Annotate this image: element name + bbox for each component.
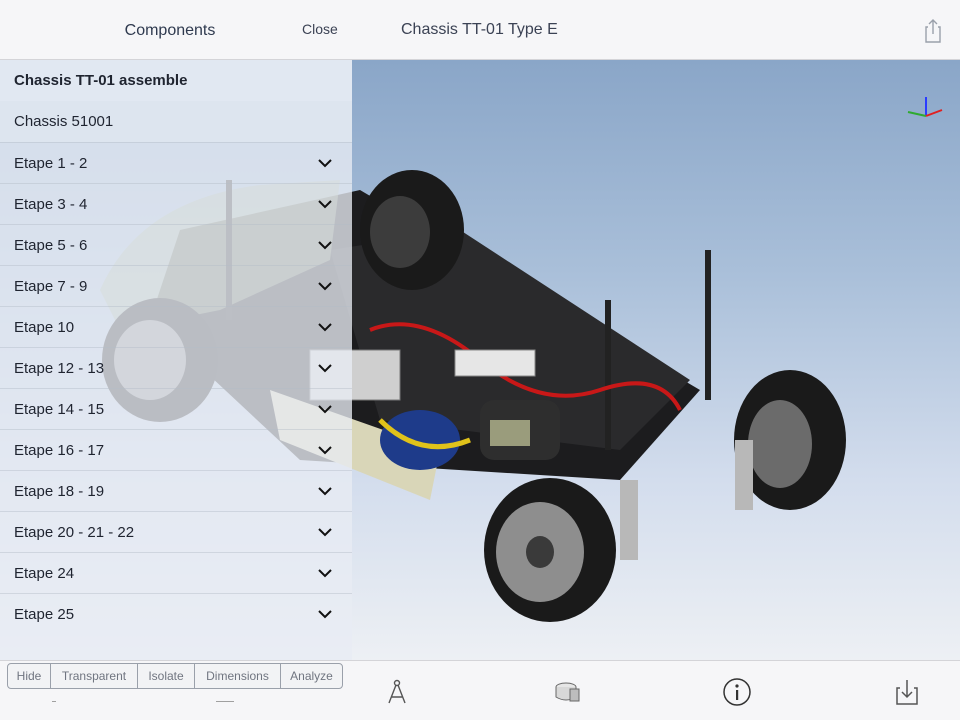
section-view-icon[interactable] bbox=[552, 677, 582, 707]
tree-item-label: Etape 10 bbox=[14, 319, 75, 336]
download-icon[interactable] bbox=[892, 677, 922, 707]
tree-item-label: Etape 16 - 17 bbox=[14, 442, 105, 459]
tree-root-item[interactable]: Chassis TT-01 assemble bbox=[0, 60, 352, 101]
panel-title: Components bbox=[124, 22, 216, 39]
tree-item-label: Etape 24 bbox=[14, 565, 75, 582]
tree-item[interactable]: Etape 12 - 13 bbox=[0, 347, 352, 388]
axis-triad-icon bbox=[907, 97, 943, 117]
bottom-toolbar: Hide Transparent Isolate Dimensions Anal… bbox=[0, 660, 960, 720]
hide-button[interactable]: Hide bbox=[8, 664, 50, 688]
chevron-down-icon[interactable] bbox=[318, 322, 332, 332]
tree-item[interactable]: Etape 5 - 6 bbox=[0, 224, 352, 265]
chevron-down-icon[interactable] bbox=[318, 568, 332, 578]
close-button[interactable]: Close bbox=[302, 21, 338, 37]
tree-item[interactable]: Etape 7 - 9 bbox=[0, 265, 352, 306]
chevron-down-icon[interactable] bbox=[318, 199, 332, 209]
top-navigation-bar: Components Close Chassis TT-01 Type E bbox=[0, 0, 960, 60]
tree-item-label: Etape 1 - 2 bbox=[14, 155, 88, 172]
isolate-button[interactable]: Isolate bbox=[137, 664, 194, 688]
tree-item[interactable]: Etape 18 - 19 bbox=[0, 470, 352, 511]
visibility-segmented-control: Hide Transparent Isolate Dimensions Anal… bbox=[7, 663, 343, 689]
chevron-down-icon[interactable] bbox=[318, 609, 332, 619]
tree-item[interactable]: Etape 20 - 21 - 22 bbox=[0, 511, 352, 552]
chevron-down-icon[interactable] bbox=[318, 404, 332, 414]
analyze-button[interactable]: Analyze bbox=[280, 664, 342, 688]
chevron-down-icon[interactable] bbox=[318, 445, 332, 455]
measure-compass-icon[interactable] bbox=[382, 677, 412, 707]
tree-item[interactable]: Chassis 51001 bbox=[0, 101, 352, 142]
chevron-down-icon[interactable] bbox=[318, 158, 332, 168]
chevron-down-icon[interactable] bbox=[318, 281, 332, 291]
tree-item-label: Etape 5 - 6 bbox=[14, 237, 88, 254]
tree-item[interactable]: Etape 16 - 17 bbox=[0, 429, 352, 470]
transparent-button[interactable]: Transparent bbox=[50, 664, 137, 688]
tree-item[interactable]: Etape 3 - 4 bbox=[0, 183, 352, 224]
tree-item[interactable]: Etape 24 bbox=[0, 552, 352, 593]
tree-item-label: Chassis 51001 bbox=[14, 113, 114, 130]
chevron-down-icon[interactable] bbox=[318, 240, 332, 250]
chevron-down-icon[interactable] bbox=[318, 363, 332, 373]
tree-item-label: Etape 14 - 15 bbox=[14, 401, 105, 418]
divider bbox=[216, 701, 234, 702]
tree-item-label: Etape 20 - 21 - 22 bbox=[14, 524, 135, 541]
tree-item[interactable]: Etape 10 bbox=[0, 306, 352, 347]
tree-item-label: Etape 18 - 19 bbox=[14, 483, 105, 500]
tree-item[interactable]: Etape 14 - 15 bbox=[0, 388, 352, 429]
info-icon[interactable] bbox=[722, 677, 752, 707]
dimensions-button[interactable]: Dimensions bbox=[194, 664, 280, 688]
tree-item[interactable]: Etape 1 - 2 bbox=[0, 142, 352, 183]
share-icon[interactable] bbox=[920, 18, 946, 44]
divider bbox=[52, 701, 56, 702]
chevron-down-icon[interactable] bbox=[318, 527, 332, 537]
chevron-down-icon[interactable] bbox=[318, 486, 332, 496]
tree-item-label: Etape 3 - 4 bbox=[14, 196, 88, 213]
component-tree-panel: Chassis TT-01 assemble Chassis 51001 Etap… bbox=[0, 60, 352, 660]
tree-item-label: Etape 7 - 9 bbox=[14, 278, 88, 295]
tree-item[interactable]: Etape 25 bbox=[0, 593, 352, 634]
tree-item-label: Etape 12 - 13 bbox=[14, 360, 105, 377]
tree-item-label: Etape 25 bbox=[14, 606, 75, 623]
document-title: Chassis TT-01 Type E bbox=[401, 21, 558, 38]
